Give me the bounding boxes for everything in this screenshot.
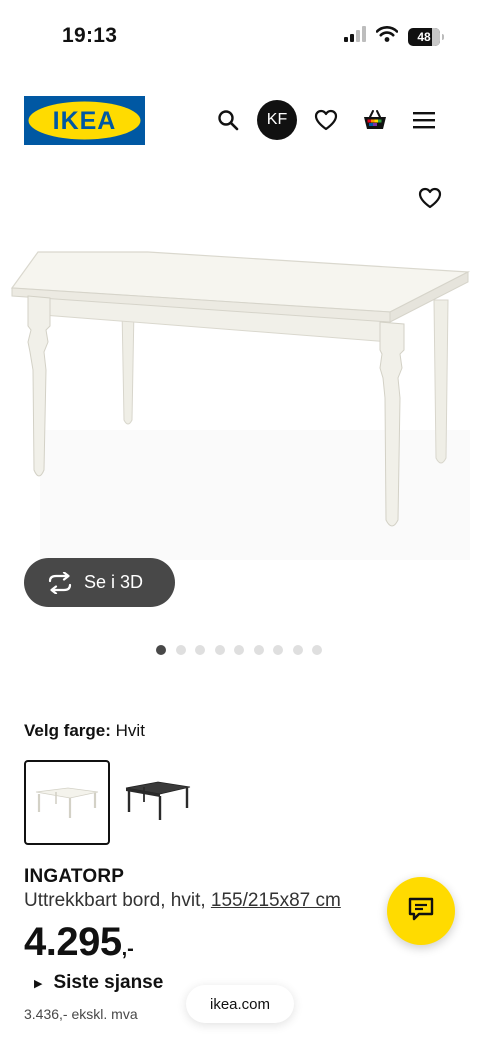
product-description-text: Uttrekkbart bord, hvit, bbox=[24, 890, 211, 911]
product-name: INGATORP bbox=[24, 866, 125, 887]
wifi-icon bbox=[375, 26, 399, 47]
last-chance-toggle[interactable]: ▶ Siste sjanse bbox=[34, 972, 163, 994]
color-selector-label: Velg farge: Hvit bbox=[24, 721, 145, 741]
heart-icon bbox=[418, 187, 442, 214]
signal-icon bbox=[344, 26, 366, 47]
pager-dot[interactable] bbox=[273, 645, 283, 655]
pager-dot[interactable] bbox=[195, 645, 205, 655]
battery-level: 48 bbox=[417, 29, 431, 44]
pager-dot[interactable] bbox=[175, 645, 186, 655]
status-icons: 48 bbox=[344, 26, 444, 47]
battery-icon: 48 bbox=[408, 27, 444, 46]
caret-right-icon: ▶ bbox=[34, 977, 43, 990]
rotate-3d-icon bbox=[46, 571, 74, 595]
color-swatch-black[interactable] bbox=[114, 760, 200, 845]
chat-button[interactable] bbox=[387, 877, 455, 945]
ikea-logo[interactable]: IKEA bbox=[24, 96, 145, 145]
chat-icon bbox=[408, 897, 434, 926]
search-icon[interactable] bbox=[208, 100, 248, 140]
browser-url-pill[interactable]: ikea.com bbox=[186, 985, 294, 1023]
site-header: IKEA KF bbox=[0, 96, 480, 146]
avatar[interactable]: KF bbox=[257, 100, 297, 140]
pager-dot[interactable] bbox=[253, 645, 264, 655]
color-swatch-white[interactable] bbox=[24, 760, 110, 845]
product-dimensions-link[interactable]: 155/215x87 cm bbox=[211, 890, 341, 911]
last-chance-label: Siste sjanse bbox=[53, 972, 164, 993]
pager-dot[interactable] bbox=[292, 645, 303, 655]
price-main: 4.295 bbox=[24, 920, 122, 964]
selected-color-value: Hvit bbox=[115, 721, 145, 740]
product-price: 4.295,- bbox=[24, 920, 134, 965]
menu-icon[interactable] bbox=[404, 100, 444, 140]
view-in-3d-button[interactable]: Se i 3D bbox=[24, 558, 175, 607]
header-icons: KF bbox=[199, 100, 444, 140]
view-in-3d-label: Se i 3D bbox=[84, 572, 144, 592]
pager-dot[interactable] bbox=[312, 645, 322, 655]
price-suffix: ,- bbox=[121, 938, 134, 960]
product-description: Uttrekkbart bord, hvit, 155/215x87 cm bbox=[24, 890, 341, 912]
status-time: 19:13 bbox=[62, 24, 118, 47]
pager-dot[interactable] bbox=[234, 645, 244, 655]
heart-icon[interactable] bbox=[306, 100, 346, 140]
product-image[interactable] bbox=[0, 230, 480, 560]
price-excl-vat: 3.436,- ekskl. mva bbox=[24, 1006, 138, 1022]
status-bar: 19:13 48 bbox=[0, 0, 480, 70]
image-pager bbox=[156, 645, 322, 655]
pager-dot[interactable] bbox=[214, 645, 225, 655]
pager-dot[interactable] bbox=[156, 645, 166, 655]
logo-text: IKEA bbox=[53, 107, 117, 135]
basket-icon[interactable] bbox=[355, 100, 395, 140]
color-label-prefix: Velg farge: bbox=[24, 721, 111, 740]
add-to-favourites-button[interactable] bbox=[412, 182, 448, 218]
